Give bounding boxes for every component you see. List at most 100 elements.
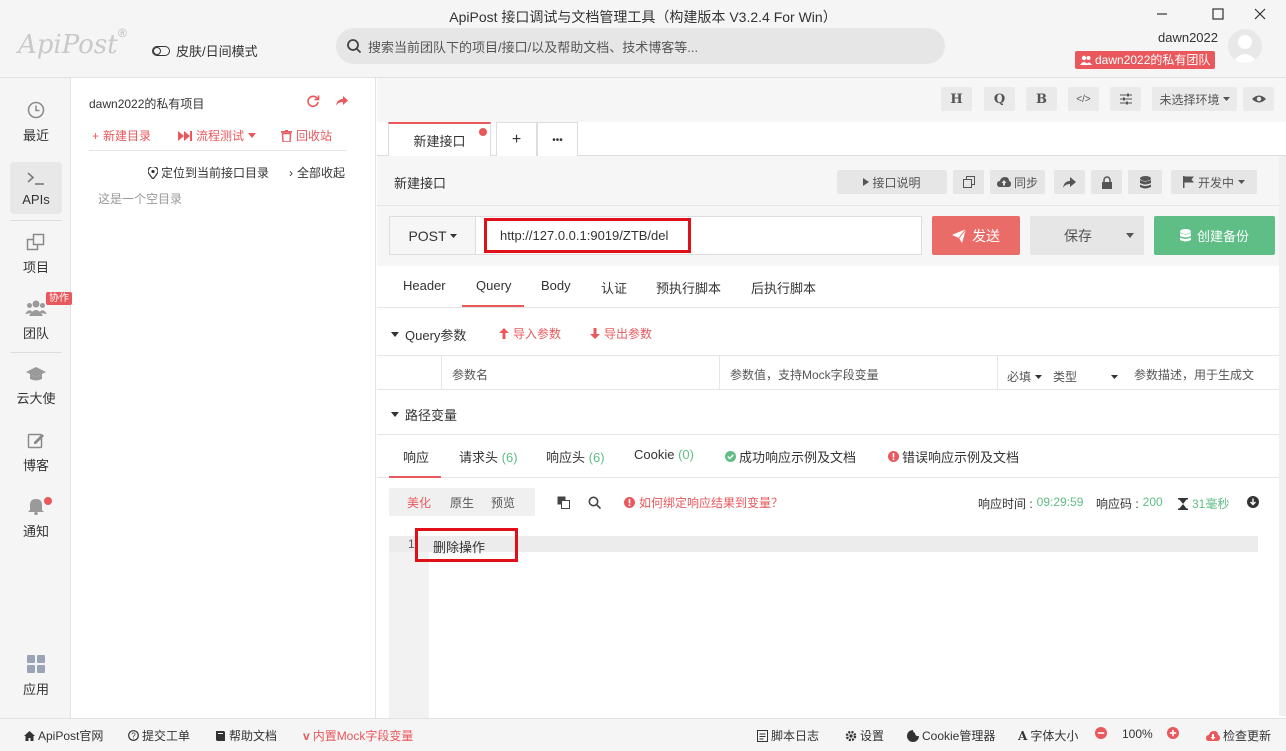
tab-header[interactable]: Header [403,278,446,293]
api-name[interactable]: 新建接口 [394,173,446,192]
tab-auth[interactable]: 认证 [601,278,627,297]
unsaved-dot [479,128,487,136]
caret-down-icon[interactable] [1126,233,1134,238]
registered-mark: ® [118,26,127,40]
nav-item-recent[interactable]: 最近 [10,96,62,148]
recycle-bin-button[interactable]: 回收站 [281,127,332,144]
copy-icon[interactable] [557,496,570,509]
tab-cookie[interactable]: Cookie (0) [634,447,694,462]
main-scrollbar[interactable] [1279,156,1286,716]
script-log-link[interactable]: 脚本日志 [757,727,819,744]
tab-cookie-label: Cookie [634,447,675,462]
svg-text:?: ? [131,732,136,741]
nav-item-apps[interactable]: 应用 [10,650,62,702]
tab-query[interactable]: Query [476,278,511,293]
nav-item-apis[interactable]: APIs [10,162,62,214]
settings-link[interactable]: 设置 [845,727,884,744]
collapse-all-button[interactable]: › 全部收起 [289,164,345,181]
locate-current-button[interactable]: 定位到当前接口目录 [148,164,269,181]
query-params-toggle[interactable]: Query参数 [391,325,466,344]
theme-toggle[interactable]: 皮肤/日间模式 [152,41,258,60]
tab-response-headers[interactable]: 响应头 (6) [546,447,605,466]
editor-content-area [429,552,1258,718]
tab-response-headers-label: 响应头 [546,450,586,465]
close-button[interactable] [1248,4,1272,24]
trash-icon [281,129,292,142]
cookie-manager-link[interactable]: Cookie管理器 [907,727,995,744]
nav-item-cloud-ambassador[interactable]: 云大使 [10,360,62,412]
view-pretty-button[interactable]: 美化 [407,494,431,511]
database-button[interactable] [1128,170,1162,194]
share-button[interactable] [1054,170,1085,194]
zoom-out-button[interactable] [1095,727,1107,739]
tab-post-script[interactable]: 后执行脚本 [751,278,816,297]
nav-item-blog[interactable]: 博客 [10,426,62,478]
export-params-button[interactable]: 导出参数 [590,325,652,342]
view-raw-button[interactable]: 原生 [450,494,474,511]
refresh-icon[interactable] [306,94,320,108]
code-button[interactable]: </> [1068,87,1099,111]
query-params-label: Query参数 [405,328,467,343]
create-backup-button[interactable]: 创建备份 [1154,216,1275,255]
search-icon[interactable] [588,496,601,509]
response-code-label: 响应码 : [1096,497,1139,511]
export-params-label: 导出参数 [604,327,653,341]
send-button[interactable]: 发送 [932,216,1020,255]
bind-variable-help-link[interactable]: 如何绑定响应结果到变量？ [624,494,783,511]
save-button[interactable]: 保存 [1030,216,1144,255]
heading-button[interactable]: H [941,87,972,111]
project-title: dawn2022的私有项目 [89,97,205,111]
settings-sliders-button[interactable] [1110,87,1141,111]
lock-button[interactable] [1091,170,1122,194]
minimize-button[interactable] [1150,4,1174,24]
sync-button[interactable]: 同步 [990,170,1045,194]
avatar[interactable] [1228,29,1262,63]
share-icon[interactable] [335,94,349,108]
play-icon [863,178,870,186]
tab-error-example[interactable]: 错误响应示例及文档 [888,447,1019,466]
zoom-in-button[interactable] [1167,727,1179,739]
official-site-label: ApiPost官网 [38,729,104,743]
new-directory-button[interactable]: + 新建目录 [92,127,151,144]
col-param-value: 参数值，支持Mock字段变量 [730,368,879,382]
api-doc-button[interactable]: 接口说明 [837,170,947,194]
copy-button[interactable] [953,170,984,194]
more-tabs-button[interactable]: ••• [537,122,578,157]
tab-response[interactable]: 响应 [403,447,429,466]
path-variables-toggle[interactable]: 路径变量 [391,405,457,424]
bold-button[interactable]: B [1026,87,1057,111]
mock-vars-link[interactable]: v 内置Mock字段变量 [303,727,413,744]
official-site-link[interactable]: ApiPost官网 [24,727,103,744]
global-search-input[interactable]: 搜索当前团队下的项目/接口/以及帮助文档、技术博客等... [336,28,945,64]
nav-item-project[interactable]: 项目 [10,228,62,280]
maximize-button[interactable] [1206,4,1230,24]
import-params-button[interactable]: 导入参数 [499,325,561,342]
environment-select[interactable]: 未选择环境 [1152,87,1237,111]
col-required-label: 必填 [1007,370,1032,384]
flow-test-button[interactable]: 流程测试 [178,127,257,144]
status-select[interactable]: 开发中 [1171,170,1257,194]
eye-button[interactable] [1243,87,1274,111]
team-badge[interactable]: dawn2022的私有团队 [1075,51,1216,69]
view-preview-button[interactable]: 预览 [491,494,515,511]
col-required-select[interactable]: 必填 [1007,368,1043,385]
tab-new-api[interactable]: 新建接口 [388,122,491,157]
caret-down-icon [391,412,399,417]
add-tab-button[interactable]: + [496,122,537,157]
database-icon [1139,175,1151,189]
username[interactable]: dawn2022 [1158,30,1218,45]
nav-item-notifications[interactable]: 通知 [10,492,62,544]
mortarboard-icon [25,366,47,382]
submit-ticket-link[interactable]: ? 提交工单 [128,727,190,744]
help-docs-link[interactable]: 帮助文档 [215,727,277,744]
tab-request-headers[interactable]: 请求头 (6) [459,447,518,466]
tab-success-example[interactable]: 成功响应示例及文档 [725,447,856,466]
method-select[interactable]: POST [389,216,475,255]
tab-body[interactable]: Body [541,278,571,293]
url-highlight-box [484,218,691,253]
check-update-link[interactable]: 检查更新 [1206,727,1271,744]
col-type-select[interactable]: 类型 [1053,368,1119,385]
download-icon[interactable] [1247,496,1259,508]
tab-pre-script[interactable]: 预执行脚本 [656,278,721,297]
query-button[interactable]: Q [984,87,1015,111]
